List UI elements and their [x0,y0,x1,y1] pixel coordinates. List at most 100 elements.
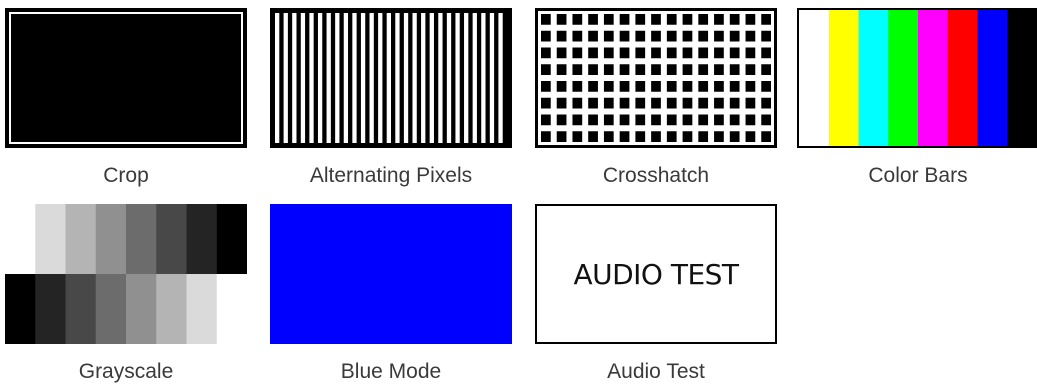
crosshatch-cell [698,64,709,75]
crosshatch-cell [761,14,771,25]
crosshatch-cell [603,14,614,25]
crosshatch-cell [745,81,756,92]
crosshatch-cell [588,131,598,142]
blue-mode-thumbnail[interactable] [270,204,512,344]
stripe [317,13,323,143]
crosshatch-cell [556,47,567,59]
crosshatch-cell [698,47,709,59]
crosshatch-cell [682,131,693,142]
color-bar [828,10,859,146]
crosshatch-cell [745,114,756,126]
crosshatch-cell [619,64,630,75]
crosshatch-cell [619,47,630,59]
crosshatch-cell [682,14,693,25]
crosshatch-cell [651,114,661,126]
alternating-pixels-label: Alternating Pixels [309,164,473,187]
crosshatch-cell [619,114,630,126]
color-bars-thumbnail[interactable] [797,8,1037,148]
crosshatch-cell [588,47,598,59]
crosshatch-cell [556,30,567,42]
crosshatch-cell [651,97,661,109]
crosshatch-cell [682,114,693,126]
stripe [421,13,426,143]
crosshatch-cell [666,14,677,25]
crosshatch-cell [666,30,677,42]
color-bars-label: Color Bars [868,164,968,187]
crosshatch-cell [682,81,693,92]
crosshatch-cell [541,30,551,42]
crosshatch-cell [541,47,551,59]
stripe [360,13,366,143]
crosshatch-cell [714,30,724,42]
crosshatch-cell [714,14,724,25]
crosshatch-cell [666,114,677,126]
crosshatch-cell [651,30,661,42]
crop-thumbnail[interactable] [5,8,247,148]
crosshatch-cell [541,64,551,75]
crosshatch-cell [619,131,630,142]
crosshatch-cell [682,64,693,75]
crosshatch-cell [572,30,583,42]
crosshatch-cell [603,97,614,109]
stripe [438,13,443,143]
stripe [395,13,400,143]
crosshatch-cell [714,114,724,126]
crosshatch-cell [556,64,567,75]
crosshatch-cell [761,81,771,92]
crosshatch-cell [556,97,567,109]
stripe [446,13,452,143]
crosshatch-cell [761,97,771,109]
crosshatch-cell [651,14,661,25]
stripe [283,13,288,143]
audio-test-label: Audio Test [607,360,705,383]
crosshatch-label: Crosshatch [602,164,710,187]
crosshatch-cell [666,131,677,142]
crosshatch-cell [761,131,771,142]
color-bar [1007,10,1037,146]
stripe [455,13,460,143]
stripe [335,13,340,143]
crosshatch-cell [572,14,583,25]
color-bar [858,10,889,146]
stripe [429,13,434,143]
crosshatch-cell [603,81,614,92]
stripe [326,13,331,143]
gray-step-top [35,204,66,274]
crosshatch-cell [541,14,551,25]
crosshatch-cell [698,97,709,109]
gray-step-bottom [126,274,157,344]
crosshatch-cell [745,30,756,42]
crosshatch-cell [714,64,724,75]
crosshatch-cell [745,64,756,75]
test-pattern-menu: { "patterns": [ {"id": "crop", "label": … [0,0,1037,386]
crosshatch-cell [635,97,646,109]
gray-step-bottom [186,274,218,344]
crop-label: Crop [103,164,149,187]
gray-step-top [95,204,127,274]
gray-step-bottom [216,274,247,344]
stripe [464,13,469,143]
stripe [275,13,280,143]
gray-step-top [126,204,157,274]
crosshatch-cell [572,47,583,59]
stripe [300,13,306,143]
crosshatch-cell [619,30,630,42]
crosshatch-cell [761,47,771,59]
gray-step-bottom [35,274,66,344]
crosshatch-cell [603,64,614,75]
blue-mode-label: Blue Mode [340,360,442,383]
crosshatch-cell [588,14,598,25]
crosshatch-cell [572,81,583,92]
alternating-pixels-thumbnail[interactable] [270,8,512,148]
crosshatch-cell [619,81,630,92]
audio-test-thumb-text: AUDIO TEST [573,258,739,291]
color-bar [977,10,1008,146]
crosshatch-cell [588,64,598,75]
grayscale-thumbnail[interactable] [5,204,247,344]
audio-test-thumbnail[interactable]: AUDIO TEST [535,204,777,344]
crosshatch-cell [682,47,693,59]
color-bar [947,10,978,146]
crosshatch-thumbnail[interactable] [535,8,777,148]
crosshatch-cell [588,81,598,92]
gray-step-top [156,204,187,274]
